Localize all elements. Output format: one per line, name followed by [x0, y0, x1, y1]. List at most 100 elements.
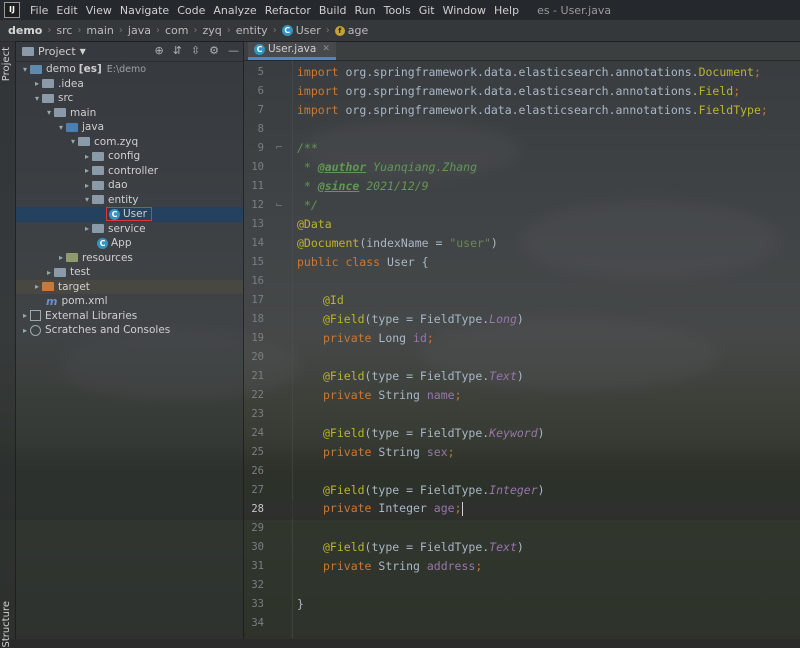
tree-label: pom.xml: [61, 295, 108, 308]
project-tool-tab[interactable]: Project: [1, 47, 12, 81]
tree-item-test[interactable]: ▸ test: [16, 265, 243, 280]
tree-item-config[interactable]: ▸ config: [16, 149, 243, 164]
annotation: @Data: [297, 216, 332, 231]
code-line: 8: [244, 119, 800, 138]
closing-brace: }: [297, 596, 304, 611]
folder-icon: [42, 93, 54, 103]
code-line: 27 @Field(type = FieldType.Integer): [244, 480, 800, 499]
tree-label: target: [58, 280, 90, 293]
menu-git[interactable]: Git: [415, 4, 439, 17]
tree-item-idea[interactable]: ▸ .idea: [16, 77, 243, 92]
code-line: 14 @Document(indexName = "user"): [244, 233, 800, 252]
module-folder-icon: [30, 64, 42, 74]
tree-item-main[interactable]: ▾ main: [16, 106, 243, 121]
annotation: @Id: [323, 292, 344, 307]
code-text: @Field(type = FieldType.Text): [323, 540, 524, 554]
class-icon: C: [109, 209, 120, 221]
line-number: 31: [251, 559, 264, 572]
semicolon: ;: [426, 330, 434, 345]
menu-navigate[interactable]: Navigate: [116, 4, 173, 17]
type-name: Long: [378, 330, 414, 345]
menu-window[interactable]: Window: [439, 4, 490, 17]
breadcrumb-demo[interactable]: demo: [0, 24, 45, 37]
line-number: 24: [251, 426, 264, 439]
structure-tool-tab[interactable]: Structure: [1, 601, 12, 648]
tree-item-target[interactable]: ▸ target: [16, 279, 243, 294]
text-caret: [461, 501, 463, 516]
breadcrumb-com[interactable]: com: [162, 24, 192, 37]
project-view-selector[interactable]: Project ▼: [22, 45, 86, 58]
fold-icon[interactable]: ⌐: [270, 143, 288, 153]
breadcrumb-zyq[interactable]: zyq: [199, 24, 224, 37]
code-text: import org.springframework.data.elastics…: [297, 84, 740, 98]
semicolon: ;: [475, 558, 483, 573]
breadcrumb-user[interactable]: C User: [279, 24, 324, 37]
code-line: 12 ⌙ */: [244, 195, 800, 214]
resources-folder-icon: [66, 253, 78, 263]
tree-item-dao[interactable]: ▸ dao: [16, 178, 243, 193]
tree-item-service[interactable]: ▸ service: [16, 222, 243, 237]
folder-icon: [54, 108, 66, 118]
breadcrumb-entity[interactable]: entity: [233, 24, 271, 37]
menu-refactor[interactable]: Refactor: [261, 4, 315, 17]
breadcrumb-main[interactable]: main: [83, 24, 116, 37]
package: org.springframework.data.elasticsearch.a…: [345, 102, 699, 117]
expand-all-icon[interactable]: ⇵: [173, 44, 182, 57]
tree-item-resources[interactable]: ▸ resources: [16, 251, 243, 266]
breadcrumb-age[interactable]: f age: [332, 24, 372, 37]
tree-item-app[interactable]: C App: [16, 236, 243, 251]
code-editor[interactable]: C User.java ✕ 5 import org.springframewo…: [244, 41, 800, 639]
line-number: 12: [251, 198, 264, 211]
maven-icon: m: [46, 294, 58, 308]
tree-item-user[interactable]: C User: [16, 207, 243, 222]
line-number: 23: [251, 407, 264, 420]
menu-analyze[interactable]: Analyze: [209, 4, 260, 17]
annotation: @Field: [323, 539, 365, 554]
menu-file[interactable]: File: [26, 4, 52, 17]
field-name: age: [433, 501, 455, 516]
code-line: 29: [244, 518, 800, 537]
code-line: 6 import org.springframework.data.elasti…: [244, 81, 800, 100]
tree-item-demo[interactable]: ▾ demo [es] E:\demo: [16, 62, 243, 77]
menu-build[interactable]: Build: [315, 4, 351, 17]
collapse-all-icon[interactable]: ⇳: [191, 44, 200, 57]
tree-item-java[interactable]: ▾ java: [16, 120, 243, 135]
chevron-right-icon: ▸: [34, 79, 39, 89]
gear-icon[interactable]: ⚙: [209, 44, 219, 57]
breadcrumb-src[interactable]: src: [53, 24, 75, 37]
tab-user-java[interactable]: C User.java ✕: [248, 41, 336, 60]
semicolon: ;: [454, 501, 462, 516]
menu-code[interactable]: Code: [173, 4, 209, 17]
fold-icon[interactable]: ⌙: [270, 200, 288, 210]
line-number: 9: [257, 141, 264, 154]
field-icon: f: [334, 25, 345, 36]
annotation: @Document: [297, 235, 360, 250]
code-line: 20: [244, 347, 800, 366]
tree-item-pom[interactable]: m pom.xml: [16, 294, 243, 309]
menu-help[interactable]: Help: [490, 4, 523, 17]
menu-tools[interactable]: Tools: [380, 4, 415, 17]
tree-item-src[interactable]: ▾ src: [16, 91, 243, 106]
locate-icon[interactable]: ⊕: [154, 44, 163, 57]
tree-label: Scratches and Consoles: [45, 324, 171, 337]
close-icon[interactable]: ✕: [322, 44, 330, 54]
breadcrumb-java[interactable]: java: [125, 24, 154, 37]
menu-edit[interactable]: Edit: [52, 4, 81, 17]
tree-item-controller[interactable]: ▸ controller: [16, 164, 243, 179]
keyword: private: [323, 501, 379, 516]
chevron-right-icon: ▸: [84, 166, 89, 176]
line-number: 32: [251, 578, 264, 591]
hide-icon[interactable]: —: [228, 44, 239, 57]
chevron-right-icon: ›: [118, 25, 123, 36]
left-tool-strip: Project Structure: [0, 41, 16, 648]
code-line: 30 @Field(type = FieldType.Text): [244, 537, 800, 556]
menu-view[interactable]: View: [82, 4, 116, 17]
tree-item-scratches[interactable]: ▸ Scratches and Consoles: [16, 323, 243, 338]
package: org.springframework.data.elasticsearch.a…: [345, 83, 699, 98]
tree-item-com-zyq[interactable]: ▾ com.zyq: [16, 135, 243, 150]
menu-run[interactable]: Run: [351, 4, 380, 17]
code-line: 31 private String address;: [244, 556, 800, 575]
tree-item-external-libraries[interactable]: ▸ External Libraries: [16, 309, 243, 324]
tree-item-entity[interactable]: ▾ entity: [16, 193, 243, 208]
field-name: name: [426, 387, 455, 402]
